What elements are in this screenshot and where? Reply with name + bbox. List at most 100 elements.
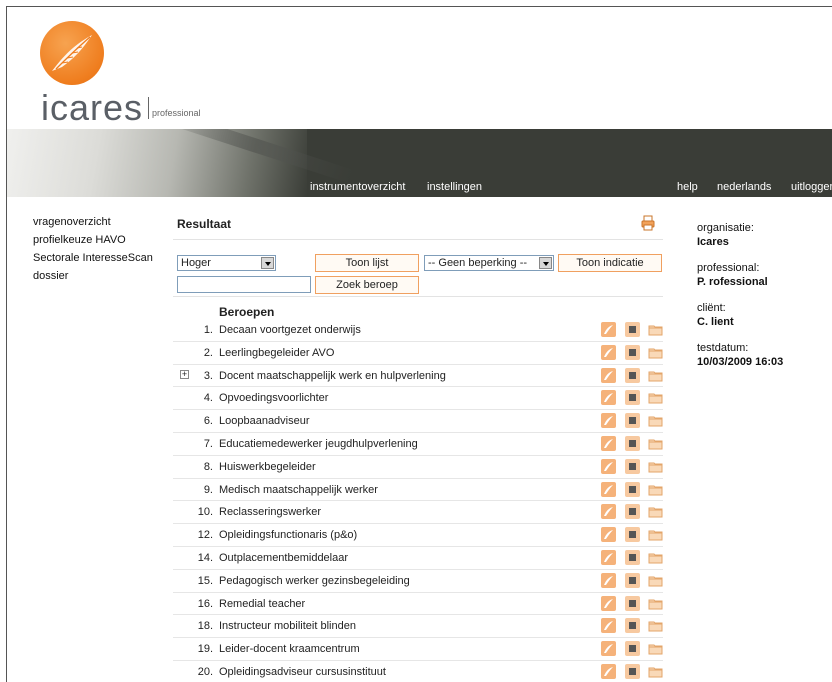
sidebar-item-interessescan[interactable]: Sectorale InteresseScan [33,249,173,267]
level-select[interactable]: Hoger [177,255,276,271]
folder-icon[interactable] [648,527,663,542]
brand-icon[interactable] [601,618,616,634]
folder-icon[interactable] [648,368,663,383]
folder-icon[interactable] [648,504,663,519]
folder-icon[interactable] [648,618,663,633]
square-icon[interactable] [625,435,640,451]
brand-icon[interactable] [601,390,616,406]
list-item-name[interactable]: Educatiemedewerker jeugdhulpverlening [219,438,418,450]
brand-icon[interactable] [601,413,616,429]
zoek-beroep-button[interactable]: Zoek beroep [315,276,419,294]
list-item[interactable]: 9. Medisch maatschappelijk werker [173,479,663,502]
square-icon[interactable] [625,572,640,588]
brand-icon[interactable] [601,344,616,360]
list-item[interactable]: 19. Leider-docent kraamcentrum [173,638,663,661]
nav-logout[interactable]: uitloggen [791,181,832,193]
list-item-name[interactable]: Huiswerkbegeleider [219,461,316,473]
folder-icon[interactable] [648,390,663,405]
list-item[interactable]: 16. Remedial teacher [173,593,663,616]
folder-icon[interactable] [648,641,663,656]
square-icon[interactable] [625,663,640,679]
folder-icon[interactable] [648,596,663,611]
nav-instellingen[interactable]: instellingen [427,181,482,193]
sidebar-item-profielkeuze[interactable]: profielkeuze HAVO [33,231,173,249]
limit-select[interactable]: -- Geen beperking -- [424,255,554,271]
print-icon[interactable] [641,215,655,231]
list-item-name[interactable]: Leider-docent kraamcentrum [219,643,360,655]
square-icon[interactable] [625,322,640,337]
list-item[interactable]: +3. Docent maatschappelijk werk en hulpve… [173,365,663,388]
square-icon[interactable] [625,595,640,611]
folder-icon[interactable] [648,345,663,360]
list-item-name[interactable]: Medisch maatschappelijk werker [219,484,378,496]
list-item-name[interactable]: Reclasseringswerker [219,506,321,518]
professional-label: professional: [697,262,760,274]
list-item-name[interactable]: Pedagogisch werker gezinsbegeleiding [219,575,410,587]
list-item[interactable]: 15. Pedagogisch werker gezinsbegeleiding [173,570,663,593]
folder-icon[interactable] [648,482,663,497]
brand-icon[interactable] [601,641,616,657]
list-item[interactable]: 20. Opleidingsadviseur cursusinstituut [173,661,663,682]
square-icon[interactable] [625,481,640,497]
brand-icon[interactable] [601,549,616,565]
brand-icon[interactable] [601,322,616,337]
list-item-name[interactable]: Decaan voortgezet onderwijs [219,324,361,336]
toon-indicatie-button[interactable]: Toon indicatie [558,254,662,272]
list-item-name[interactable]: Loopbaanadviseur [219,415,310,427]
square-icon[interactable] [625,367,640,383]
brand-icon[interactable] [601,504,616,520]
folder-icon[interactable] [648,573,663,588]
square-icon[interactable] [625,458,640,474]
list-item-name[interactable]: Remedial teacher [219,598,305,610]
list-item[interactable]: 14. Outplacementbemiddelaar [173,547,663,570]
square-icon[interactable] [625,344,640,360]
nav-instrumentoverzicht[interactable]: instrumentoverzicht [310,181,405,193]
folder-icon[interactable] [648,436,663,451]
list-item-name[interactable]: Outplacementbemiddelaar [219,552,348,564]
nav-language[interactable]: nederlands [717,181,771,193]
brand-icon[interactable] [601,663,616,679]
square-icon[interactable] [625,527,640,543]
list-item-name[interactable]: Opleidingsadviseur cursusinstituut [219,666,386,678]
square-icon[interactable] [625,618,640,634]
list-item-name[interactable]: Leerlingbegeleider AVO [219,347,334,359]
chevron-down-icon[interactable] [261,257,274,269]
list-item[interactable]: 6. Loopbaanadviseur [173,410,663,433]
chevron-down-icon[interactable] [539,257,552,269]
brand-icon[interactable] [601,367,616,383]
search-input[interactable] [177,276,311,293]
folder-icon[interactable] [648,459,663,474]
brand-icon[interactable] [601,572,616,588]
list-item[interactable]: 10. Reclasseringswerker [173,501,663,525]
toon-lijst-button[interactable]: Toon lijst [315,254,419,272]
sidebar-item-vragenoverzicht[interactable]: vragenoverzicht [33,213,173,231]
brand-icon[interactable] [601,481,616,497]
folder-icon[interactable] [648,413,663,428]
nav-help[interactable]: help [677,181,698,193]
folder-icon[interactable] [648,550,663,565]
sidebar-item-dossier[interactable]: dossier [33,267,173,285]
square-icon[interactable] [625,504,640,520]
folder-icon[interactable] [648,322,663,337]
list-item-name[interactable]: Opvoedingsvoorlichter [219,392,328,404]
square-icon[interactable] [625,641,640,657]
list-item[interactable]: 2. Leerlingbegeleider AVO [173,342,663,365]
list-item-name[interactable]: Docent maatschappelijk werk en hulpverle… [219,370,446,382]
list-item-name[interactable]: Opleidingsfunctionaris (p&o) [219,529,357,541]
list-item[interactable]: 18. Instructeur mobiliteit blinden [173,615,663,639]
list-item-name[interactable]: Instructeur mobiliteit blinden [219,620,356,632]
square-icon[interactable] [625,413,640,429]
list-item[interactable]: 1. Decaan voortgezet onderwijs [173,319,663,342]
brand-icon[interactable] [601,435,616,451]
list-item[interactable]: 8. Huiswerkbegeleider [173,456,663,479]
brand-icon[interactable] [601,595,616,611]
square-icon[interactable] [625,390,640,406]
expand-icon[interactable]: + [180,369,189,379]
folder-icon[interactable] [648,664,663,679]
brand-icon[interactable] [601,527,616,543]
square-icon[interactable] [625,549,640,565]
list-item[interactable]: 4. Opvoedingsvoorlichter [173,387,663,411]
brand-icon[interactable] [601,458,616,474]
list-item[interactable]: 12. Opleidingsfunctionaris (p&o) [173,524,663,547]
list-item[interactable]: 7. Educatiemedewerker jeugdhulpverlening [173,433,663,456]
